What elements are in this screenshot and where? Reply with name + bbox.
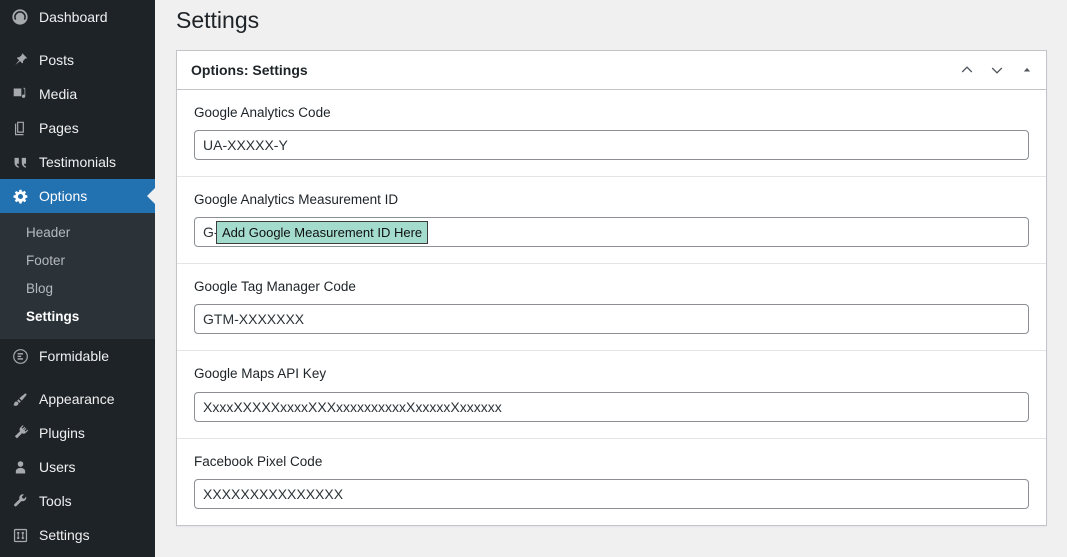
sliders-icon — [9, 525, 31, 545]
plug-icon — [9, 423, 31, 443]
options-submenu: Header Footer Blog Settings — [0, 213, 155, 339]
sidebar-item-tools[interactable]: Tools — [0, 484, 155, 518]
field-row-google-analytics-code: Google Analytics Code — [177, 90, 1046, 178]
move-up-button[interactable] — [952, 53, 982, 87]
page-title: Settings — [176, 7, 260, 33]
sidebar-item-settings[interactable]: Settings — [0, 518, 155, 552]
pin-icon — [9, 50, 31, 70]
sidebar-item-label: Formidable — [39, 348, 110, 364]
dashboard-icon — [9, 7, 31, 27]
sidebar-item-label: Media — [39, 86, 78, 102]
brush-icon — [9, 389, 31, 409]
panel-header: Options: Settings — [177, 51, 1046, 90]
chevron-up-icon — [961, 66, 973, 73]
sidebar-item-label: Testimonials — [39, 154, 117, 170]
move-down-button[interactable] — [982, 53, 1012, 87]
chevron-down-icon — [991, 67, 1003, 74]
options-settings-panel: Options: Settings Google Analytics Code … — [176, 49, 1047, 526]
active-indicator-arrow — [147, 188, 155, 204]
quote-icon — [9, 152, 31, 172]
submenu-item-footer[interactable]: Footer — [0, 247, 155, 275]
sidebar-item-dashboard[interactable]: Dashboard — [0, 0, 155, 34]
sidebar-item-formidable[interactable]: Formidable — [0, 339, 155, 373]
field-label: Facebook Pixel Code — [194, 453, 323, 469]
pages-icon — [9, 118, 31, 138]
sidebar-item-label: Posts — [39, 52, 75, 68]
admin-sidebar: Dashboard Posts Media Pages Testimonials… — [0, 0, 155, 557]
field-label: Google Analytics Code — [194, 104, 331, 120]
admin-screen: Dashboard Posts Media Pages Testimonials… — [0, 0, 1067, 557]
field-label: Google Tag Manager Code — [194, 279, 356, 295]
sidebar-item-testimonials[interactable]: Testimonials — [0, 145, 155, 179]
measurement-id-input-wrapper: Add Google Measurement ID Here — [194, 217, 1029, 248]
sidebar-item-pages[interactable]: Pages — [0, 111, 155, 145]
field-label: Google Maps API Key — [194, 366, 327, 382]
sidebar-item-label: Options — [39, 188, 88, 204]
sidebar-item-posts[interactable]: Posts — [0, 43, 155, 77]
sidebar-item-label: Plugins — [39, 425, 85, 441]
sidebar-item-label: Users — [39, 459, 76, 475]
google-tag-manager-code-input[interactable] — [194, 304, 1029, 335]
wrench-icon — [9, 491, 31, 511]
formidable-icon — [9, 346, 31, 366]
sidebar-item-appearance[interactable]: Appearance — [0, 382, 155, 416]
toggle-panel-button[interactable] — [1012, 53, 1042, 87]
media-icon — [9, 84, 31, 104]
sidebar-item-label: Dashboard — [39, 9, 108, 25]
measurement-id-annotation: Add Google Measurement ID Here — [216, 221, 429, 245]
panel-title: Options: Settings — [191, 61, 308, 78]
sidebar-item-plugins[interactable]: Plugins — [0, 416, 155, 450]
menu-separator — [0, 373, 155, 382]
facebook-pixel-code-input[interactable] — [194, 478, 1029, 509]
sidebar-item-media[interactable]: Media — [0, 77, 155, 111]
field-row-facebook-pixel-code: Facebook Pixel Code — [177, 439, 1046, 525]
panel-controls — [952, 53, 1042, 87]
triangle-up-icon — [1023, 67, 1031, 72]
google-maps-api-key-input[interactable] — [194, 391, 1029, 422]
sidebar-item-label: Settings — [39, 527, 90, 543]
sidebar-item-label: Pages — [39, 120, 79, 136]
field-label: Google Analytics Measurement ID — [194, 192, 399, 208]
menu-separator — [0, 34, 155, 43]
sidebar-item-label: Appearance — [39, 391, 115, 407]
submenu-item-header[interactable]: Header — [0, 219, 155, 247]
submenu-item-blog[interactable]: Blog — [0, 275, 155, 303]
field-row-google-tag-manager-code: Google Tag Manager Code — [177, 264, 1046, 352]
sidebar-item-label: Tools — [39, 493, 72, 509]
user-icon — [9, 457, 31, 477]
sidebar-item-users[interactable]: Users — [0, 450, 155, 484]
google-analytics-code-input[interactable] — [194, 130, 1029, 161]
submenu-item-settings[interactable]: Settings — [0, 303, 155, 331]
gear-icon — [9, 186, 31, 206]
main-content: Settings Options: Settings Google Analyt… — [155, 0, 1067, 557]
field-row-google-analytics-measurement-id: Google Analytics Measurement ID Add Goog… — [177, 177, 1046, 265]
sidebar-item-options[interactable]: Options — [0, 179, 155, 213]
field-row-google-maps-api-key: Google Maps API Key — [177, 351, 1046, 439]
